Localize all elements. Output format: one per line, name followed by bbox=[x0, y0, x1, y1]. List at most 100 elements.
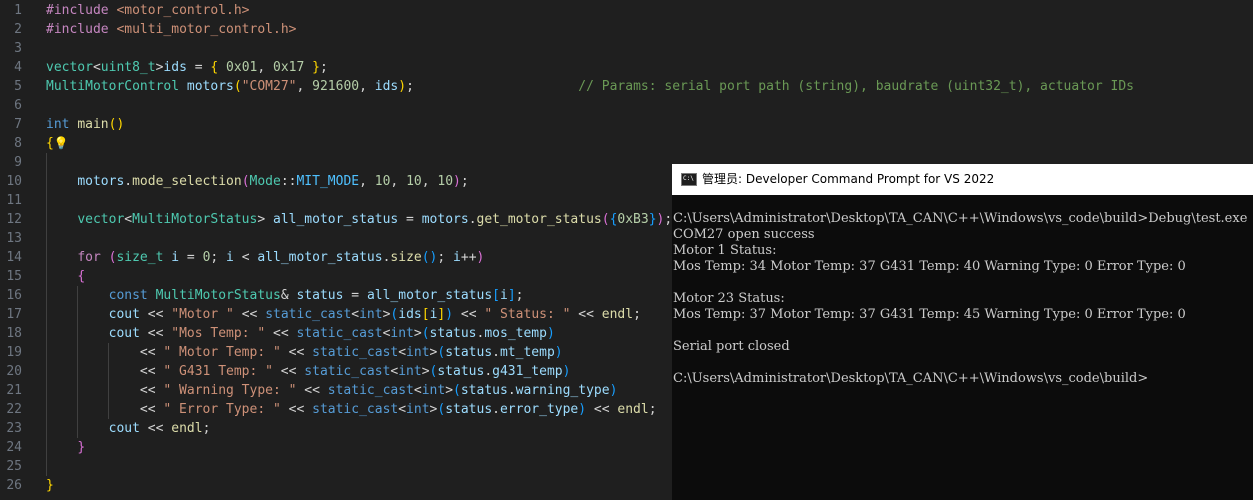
code-token: ( bbox=[233, 79, 242, 94]
code-token: ; bbox=[202, 421, 211, 436]
code-token: << bbox=[280, 345, 313, 360]
code-text[interactable]: #include <motor_control.h> bbox=[46, 1, 250, 20]
code-token: MultiMotorControl bbox=[46, 79, 180, 94]
code-token: = bbox=[179, 250, 203, 265]
code-token: > bbox=[421, 364, 430, 379]
code-token: ] bbox=[507, 288, 516, 303]
code-token: vector bbox=[46, 60, 93, 75]
code-line[interactable]: 3 bbox=[0, 39, 1253, 58]
code-token: static_cast bbox=[327, 383, 414, 398]
code-text[interactable]: << " Motor Temp: " << static_cast<int>(s… bbox=[46, 343, 563, 362]
indent-guide bbox=[46, 153, 47, 172]
code-token: ) bbox=[546, 326, 555, 341]
line-number: 10 bbox=[6, 174, 22, 189]
code-token: status bbox=[460, 383, 508, 398]
terminal-line: C:\Users\Administrator\Desktop\TA_CAN\C+… bbox=[673, 211, 1248, 226]
code-text[interactable]: vector<uint8_t>ids = { 0x01, 0x17 }; bbox=[46, 58, 328, 77]
code-token: g431_temp bbox=[492, 364, 563, 379]
code-token: . bbox=[124, 174, 133, 189]
code-text[interactable]: MultiMotorControl motors("COM27", 921600… bbox=[46, 77, 1134, 96]
code-text[interactable]: int main() bbox=[46, 115, 124, 134]
code-text[interactable]: {💡 bbox=[46, 134, 69, 153]
code-line[interactable]: 4 vector<uint8_t>ids = { 0x01, 0x17 }; bbox=[0, 58, 1253, 77]
code-token: motors bbox=[186, 79, 234, 94]
code-token: > bbox=[257, 212, 273, 227]
code-token: > bbox=[445, 383, 454, 398]
code-line[interactable]: 6 bbox=[0, 96, 1253, 115]
console-icon-label: C:\ bbox=[683, 175, 694, 182]
code-token: } bbox=[648, 212, 657, 227]
code-text[interactable]: { bbox=[46, 267, 85, 286]
code-token: , bbox=[359, 79, 375, 94]
code-token: int bbox=[398, 364, 422, 379]
command-prompt-window[interactable]: C:\ 管理员: Developer Command Prompt for VS… bbox=[672, 164, 1253, 500]
code-text[interactable]: cout << "Motor " << static_cast<int>(ids… bbox=[46, 305, 641, 324]
code-token: motors bbox=[77, 174, 125, 189]
code-token: [ bbox=[492, 288, 500, 303]
code-text[interactable]: #include <multi_motor_control.h> bbox=[46, 20, 296, 39]
code-token: < bbox=[413, 383, 422, 398]
code-token: = bbox=[343, 288, 367, 303]
code-token: ) bbox=[578, 402, 587, 417]
line-number: 20 bbox=[6, 364, 22, 379]
code-text[interactable]: motors.mode_selection(Mode::MIT_MODE, 10… bbox=[46, 172, 468, 191]
code-token: ids bbox=[398, 307, 422, 322]
code-text[interactable]: } bbox=[46, 476, 54, 495]
code-token: uint8_t bbox=[100, 60, 156, 75]
code-token: ; bbox=[406, 79, 414, 94]
line-number: 5 bbox=[14, 79, 22, 94]
code-token: ) bbox=[609, 383, 618, 398]
code-token: . bbox=[484, 364, 493, 379]
code-token: error_type bbox=[499, 402, 579, 417]
code-line[interactable]: 1 #include <motor_control.h> bbox=[0, 1, 1253, 20]
code-text[interactable]: const MultiMotorStatus& status = all_mot… bbox=[46, 286, 524, 305]
code-token: main bbox=[77, 117, 109, 132]
code-text[interactable]: cout << "Mos Temp: " << static_cast<int>… bbox=[46, 324, 555, 343]
code-text[interactable]: << " G431 Temp: " << static_cast<int>(st… bbox=[46, 362, 571, 381]
code-token: static_cast bbox=[312, 402, 399, 417]
code-token: "Mos Temp: " bbox=[171, 326, 266, 341]
code-text[interactable]: << " Error Type: " << static_cast<int>(s… bbox=[46, 400, 657, 419]
code-token: } bbox=[46, 478, 54, 493]
code-token: " Warning Type: " bbox=[163, 383, 297, 398]
line-number: 8 bbox=[14, 136, 22, 151]
code-token: ( bbox=[437, 345, 446, 360]
code-token: cout bbox=[108, 326, 140, 341]
code-token: ; bbox=[437, 250, 454, 265]
code-token: " G431 Temp: " bbox=[163, 364, 273, 379]
code-line[interactable]: 7 int main() bbox=[0, 115, 1253, 134]
code-token: static_cast bbox=[265, 307, 352, 322]
code-token: << bbox=[139, 383, 164, 398]
code-token: status bbox=[429, 326, 477, 341]
code-line[interactable]: 8 {💡 bbox=[0, 134, 1253, 153]
code-token: warning_type bbox=[515, 383, 610, 398]
code-token: . bbox=[492, 402, 500, 417]
code-token: ( bbox=[601, 212, 610, 227]
code-text[interactable]: cout << endl; bbox=[46, 419, 211, 438]
code-line[interactable]: 5 MultiMotorControl motors("COM27", 92160… bbox=[0, 77, 1253, 96]
code-token: ) bbox=[562, 364, 571, 379]
code-token: } bbox=[312, 60, 320, 75]
code-token: 0x01 bbox=[226, 60, 258, 75]
code-token: i bbox=[500, 288, 508, 303]
code-token: i bbox=[453, 250, 461, 265]
line-number: 16 bbox=[6, 288, 22, 303]
code-text[interactable]: << " Warning Type: " << static_cast<int>… bbox=[46, 381, 617, 400]
code-token: 0xB3 bbox=[617, 212, 649, 227]
code-line[interactable]: 2 #include <multi_motor_control.h> bbox=[0, 20, 1253, 39]
code-token: ( bbox=[421, 326, 430, 341]
code-token: < bbox=[92, 60, 101, 75]
terminal-titlebar[interactable]: C:\ 管理员: Developer Command Prompt for VS… bbox=[672, 164, 1253, 195]
code-text[interactable]: vector<MultiMotorStatus> all_motor_statu… bbox=[46, 210, 672, 229]
code-token: << bbox=[139, 307, 172, 322]
line-number: 14 bbox=[6, 250, 22, 265]
code-text[interactable]: } bbox=[46, 438, 85, 457]
code-text[interactable]: for (size_t i = 0; i < all_motor_status.… bbox=[46, 248, 484, 267]
code-token: #include bbox=[46, 3, 109, 18]
lightbulb-icon[interactable]: 💡 bbox=[54, 134, 69, 153]
line-number: 23 bbox=[6, 421, 22, 436]
code-token: cout bbox=[108, 421, 140, 436]
